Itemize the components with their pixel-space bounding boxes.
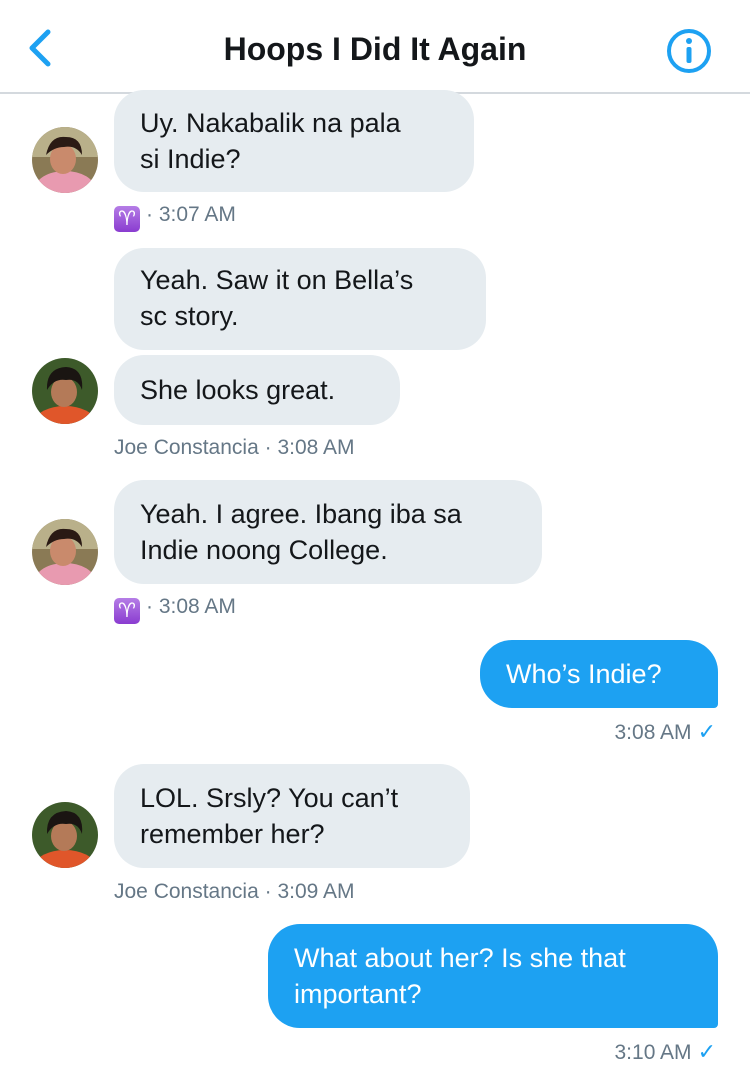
timestamp: 3:08 AM xyxy=(277,436,355,459)
info-icon xyxy=(667,29,711,73)
message-bubble-incoming[interactable]: Yeah. I agree. Ibang iba sa Indie noong … xyxy=(114,480,542,584)
avatar[interactable] xyxy=(32,802,98,868)
avatar[interactable] xyxy=(32,358,98,424)
aries-sign-icon: ♈ xyxy=(114,206,140,232)
sender-name: Joe Constancia xyxy=(114,880,259,903)
avatar[interactable] xyxy=(32,127,98,193)
timestamp: 3:09 AM xyxy=(277,880,355,903)
message-meta: ♈ · 3:07 AM xyxy=(114,203,236,232)
avatar[interactable] xyxy=(32,519,98,585)
conversation-header: Hoops I Did It Again xyxy=(0,0,750,94)
message-bubble-outgoing[interactable]: What about her? Is she that important? xyxy=(268,924,718,1028)
message-bubble-outgoing[interactable]: Who’s Indie? xyxy=(480,640,718,708)
message-bubble-incoming[interactable]: Yeah. Saw it on Bella’s sc story. xyxy=(114,248,486,350)
aries-sign-icon: ♈ xyxy=(114,598,140,624)
read-check-icon: ✓ xyxy=(697,1039,716,1064)
timestamp: 3:07 AM xyxy=(158,203,236,226)
message-bubble-incoming[interactable]: LOL. Srsly? You can’t remember her? xyxy=(114,764,470,868)
message-meta: 3:10 AM ✓ xyxy=(615,1039,717,1065)
message-meta: Joe Constancia · 3:08 AM xyxy=(114,436,355,459)
timestamp: 3:08 AM xyxy=(614,721,692,744)
conversation-title: Hoops I Did It Again xyxy=(223,31,527,67)
sender-name: Joe Constancia xyxy=(114,436,259,459)
message-bubble-incoming[interactable]: She looks great. xyxy=(114,355,400,425)
message-meta: 3:08 AM ✓ xyxy=(615,719,717,745)
message-meta: ♈ · 3:08 AM xyxy=(114,595,236,624)
info-button[interactable] xyxy=(665,27,713,75)
read-check-icon: ✓ xyxy=(697,719,716,744)
message-meta: Joe Constancia · 3:09 AM xyxy=(114,880,355,903)
message-bubble-incoming[interactable]: Uy. Nakabalik na pala si Indie? xyxy=(114,90,474,192)
timestamp: 3:10 AM xyxy=(614,1041,692,1064)
timestamp: 3:08 AM xyxy=(158,595,236,618)
